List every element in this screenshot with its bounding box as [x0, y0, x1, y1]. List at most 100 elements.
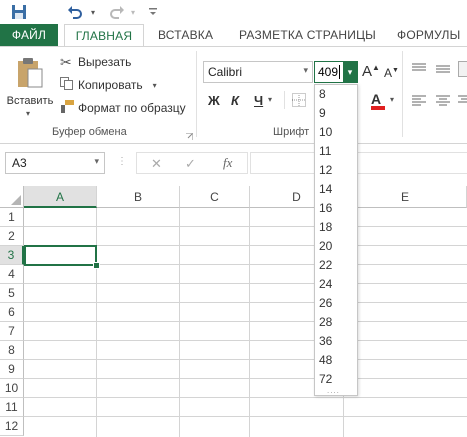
copy-button[interactable]: Копировать ▾ — [60, 76, 157, 94]
align-center-icon[interactable] — [436, 95, 450, 110]
row-header[interactable]: 6 — [0, 303, 24, 322]
font-size-option[interactable]: 16 — [315, 199, 357, 218]
font-size-option[interactable]: 24 — [315, 275, 357, 294]
customize-qat-icon[interactable] — [146, 2, 160, 22]
row-header[interactable]: 4 — [0, 265, 24, 284]
font-size-option[interactable]: 10 — [315, 123, 357, 142]
format-painter-button[interactable]: Формат по образцу — [60, 99, 186, 117]
formula-buttons: ✕ ✓ fx — [136, 152, 248, 174]
italic-button[interactable]: К — [231, 93, 239, 108]
font-size-combobox[interactable]: 409 ▾ — [314, 61, 358, 83]
tab-formulas[interactable]: ФОРМУЛЫ — [397, 24, 460, 46]
resize-grip-icon[interactable]: .... — [327, 386, 340, 395]
font-size-option[interactable]: 8 — [315, 85, 357, 104]
row-header[interactable]: 8 — [0, 341, 24, 360]
redo-dropdown-icon[interactable]: ▾ — [128, 2, 138, 22]
align-middle-icon[interactable] — [436, 63, 450, 78]
font-name-dropdown-icon[interactable]: ▾ — [303, 65, 308, 76]
quick-access-toolbar: ▾ ▾ — [0, 0, 467, 24]
paste-button[interactable]: Вставить ▾ — [4, 55, 56, 121]
formula-bar: A3 ▾ ⋮ ✕ ✓ fx — [0, 144, 467, 184]
cancel-icon[interactable]: ✕ — [151, 156, 162, 172]
gridline — [24, 321, 467, 322]
text-cursor — [339, 65, 340, 79]
font-size-option[interactable]: 18 — [315, 218, 357, 237]
shrink-font-button[interactable]: A▼ — [384, 66, 399, 80]
save-icon[interactable] — [8, 2, 30, 22]
clipboard-group-label: Буфер обмена — [52, 126, 127, 138]
tab-file[interactable]: ФАЙЛ — [0, 24, 58, 46]
tab-home[interactable]: ГЛАВНАЯ — [64, 24, 144, 46]
paste-label: Вставить — [6, 95, 54, 107]
redo-icon[interactable] — [106, 2, 128, 22]
gridline — [179, 208, 180, 437]
column-header-e[interactable]: E — [344, 186, 467, 208]
align-bottom-icon[interactable] — [458, 61, 467, 77]
formula-input[interactable] — [250, 152, 467, 174]
row-header[interactable]: 7 — [0, 322, 24, 341]
name-box-dropdown-icon[interactable]: ▾ — [94, 156, 99, 167]
selected-cell-a3[interactable] — [24, 245, 97, 266]
tab-insert[interactable]: ВСТАВКА — [158, 24, 213, 46]
font-size-option[interactable]: 9 — [315, 104, 357, 123]
undo-icon[interactable] — [64, 2, 86, 22]
gridline — [96, 208, 97, 437]
column-header-a[interactable]: A — [24, 186, 97, 208]
row-header[interactable]: 2 — [0, 227, 24, 246]
font-name-value: Calibri — [208, 65, 243, 79]
font-size-input[interactable]: 409 — [318, 65, 338, 79]
ribbon: Вставить ▾ ✂ Вырезать Копировать ▾ Форма… — [0, 46, 467, 144]
row-header-selected[interactable]: 3 — [0, 246, 24, 265]
ribbon-tabs: ФАЙЛ ГЛАВНАЯ ВСТАВКА РАЗМЕТКА СТРАНИЦЫ Ф… — [0, 24, 467, 46]
underline-dropdown-icon[interactable]: ▾ — [268, 95, 272, 104]
font-size-option[interactable]: 22 — [315, 256, 357, 275]
name-box-value: A3 — [12, 156, 27, 170]
font-size-option[interactable]: 20 — [315, 237, 357, 256]
grow-font-button[interactable]: A▲ — [362, 63, 380, 80]
row-header[interactable]: 1 — [0, 208, 24, 227]
align-top-icon[interactable] — [412, 63, 426, 78]
font-color-dropdown-icon[interactable]: ▾ — [390, 95, 394, 104]
font-size-option[interactable]: 11 — [315, 142, 357, 161]
enter-icon[interactable]: ✓ — [185, 156, 196, 172]
column-header-c[interactable]: C — [180, 186, 250, 208]
row-header[interactable]: 10 — [0, 379, 24, 398]
row-header[interactable]: 5 — [0, 284, 24, 303]
borders-button[interactable] — [292, 93, 306, 110]
font-size-option[interactable]: 28 — [315, 313, 357, 332]
row-header[interactable]: 12 — [0, 417, 24, 436]
align-left-icon[interactable] — [412, 95, 426, 110]
font-size-dropdown-list: 8 9 10 11 12 14 16 18 20 22 24 26 28 36 … — [314, 84, 358, 396]
cut-label: Вырезать — [78, 55, 132, 69]
undo-dropdown-icon[interactable]: ▾ — [88, 2, 98, 22]
borders-icon — [292, 93, 306, 107]
underline-button[interactable]: Ч — [254, 93, 263, 108]
clipboard-launcher-icon[interactable] — [186, 129, 194, 140]
font-size-option[interactable]: 14 — [315, 180, 357, 199]
tab-page-layout[interactable]: РАЗМЕТКА СТРАНИЦЫ — [239, 24, 376, 46]
column-header-b[interactable]: B — [97, 186, 180, 208]
font-name-combobox[interactable]: Calibri ▾ — [203, 61, 313, 83]
gridline — [24, 283, 467, 284]
cut-button[interactable]: ✂ Вырезать — [60, 53, 131, 71]
row-header[interactable]: 9 — [0, 360, 24, 379]
gridline — [24, 359, 467, 360]
select-all-button[interactable] — [0, 186, 24, 208]
font-size-option[interactable]: 36 — [315, 332, 357, 351]
font-size-option[interactable]: 48 — [315, 351, 357, 370]
font-size-option[interactable]: 26 — [315, 294, 357, 313]
name-box[interactable]: A3 ▾ — [5, 152, 105, 174]
font-size-dropdown-button[interactable]: ▾ — [343, 62, 357, 82]
copy-dropdown-icon: ▾ — [152, 80, 157, 90]
insert-function-icon[interactable]: fx — [223, 155, 232, 171]
row-header[interactable]: 11 — [0, 398, 24, 417]
gridline — [24, 378, 467, 379]
bold-button[interactable]: Ж — [208, 93, 220, 108]
gridline — [24, 397, 467, 398]
font-color-icon: A — [371, 91, 382, 107]
font-size-option[interactable]: 12 — [315, 161, 357, 180]
align-right-icon[interactable] — [458, 95, 467, 110]
font-color-button[interactable]: A — [371, 91, 385, 110]
fill-handle[interactable] — [93, 262, 100, 269]
gridline — [24, 226, 467, 227]
